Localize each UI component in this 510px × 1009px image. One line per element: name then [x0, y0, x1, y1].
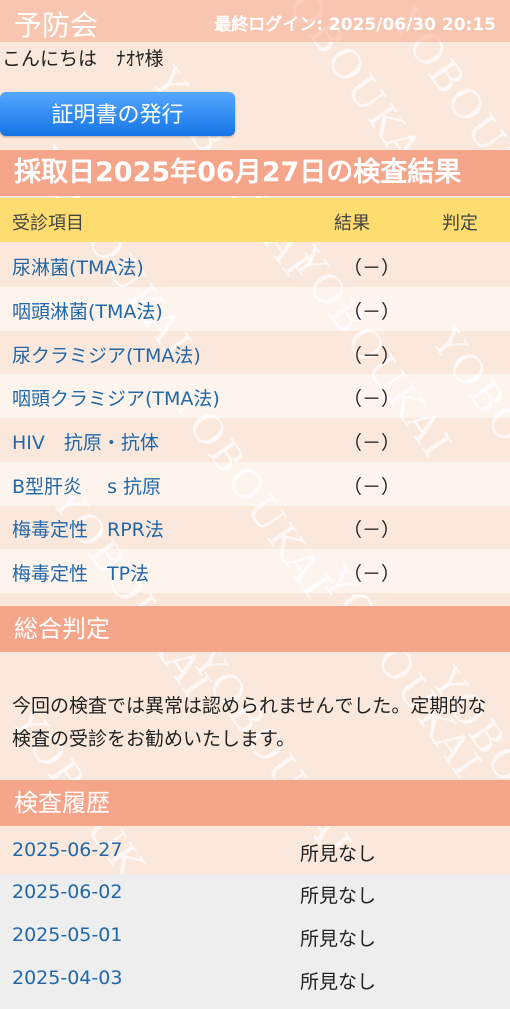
- test-result: （－）: [343, 301, 401, 323]
- history-heading: 検査履歴: [0, 780, 510, 826]
- table-row: 尿クラミジア(TMA法) （－）: [0, 331, 510, 375]
- history-date-link[interactable]: 2025-04-03: [12, 967, 122, 989]
- overall-judgment-heading: 総合判定: [0, 606, 510, 652]
- table-row: 梅毒定性 RPR法 （－）: [0, 505, 510, 549]
- test-item-link[interactable]: 梅毒定性 TP法: [12, 559, 149, 586]
- history-row: 2025-06-02 所見なし: [0, 871, 510, 915]
- issue-certificate-button[interactable]: 証明書の発行: [0, 92, 235, 136]
- greeting-text: こんにちは ﾅｵﾔ様: [2, 48, 164, 70]
- test-result: （－）: [343, 432, 401, 454]
- history-row: 2025-05-01 所見なし: [0, 914, 510, 958]
- test-result: （－）: [343, 563, 401, 585]
- history-date-link[interactable]: 2025-06-27: [12, 839, 122, 861]
- test-result: （－）: [343, 257, 401, 279]
- test-item-link[interactable]: 梅毒定性 RPR法: [12, 515, 164, 542]
- test-result: （－）: [343, 519, 401, 541]
- test-item-link[interactable]: HIV 抗原・抗体: [12, 428, 159, 455]
- table-row: 咽頭淋菌(TMA法) （－）: [0, 287, 510, 331]
- history-finding: 所見なし: [300, 971, 377, 993]
- column-judgment: 判定: [442, 213, 478, 234]
- history-date-link[interactable]: 2025-05-01: [12, 924, 122, 946]
- history-row: 2025-04-03 所見なし: [0, 957, 510, 1001]
- test-item-link[interactable]: 尿淋菌(TMA法): [12, 253, 144, 280]
- history-row: 2025-06-27 所見なし: [0, 829, 510, 873]
- column-result: 結果: [334, 213, 370, 234]
- brand-logo: 予防会: [14, 9, 99, 42]
- last-login-time: 最終ログイン: 2025/06/30 20:15: [214, 15, 496, 35]
- test-result: （－）: [343, 345, 401, 367]
- table-row: B型肝炎 s 抗原 （－）: [0, 462, 510, 506]
- test-item-link[interactable]: 咽頭クラミジア(TMA法): [12, 384, 220, 411]
- history-finding: 所見なし: [300, 885, 377, 907]
- test-result: （－）: [343, 388, 401, 410]
- test-item-link[interactable]: B型肝炎 s 抗原: [12, 472, 161, 499]
- overall-judgment-text: 今回の検査では異常は認められませんでした。定期的な検査の受診をお勧めいたします。: [12, 695, 487, 750]
- history-finding: 所見なし: [300, 843, 377, 865]
- app-header: 予防会 最終ログイン: 2025/06/30 20:15: [0, 0, 510, 42]
- results-column-header: 受診項目 結果 判定: [0, 198, 510, 242]
- history-date-link[interactable]: 2025-06-02: [12, 881, 122, 903]
- history-finding: 所見なし: [300, 928, 377, 950]
- test-item-link[interactable]: 咽頭淋菌(TMA法): [12, 297, 163, 324]
- test-item-link[interactable]: 尿クラミジア(TMA法): [12, 341, 201, 368]
- table-row: 梅毒定性 TP法 （－）: [0, 549, 510, 593]
- results-title: 採取日2025年06月27日の検査結果: [0, 150, 510, 196]
- column-item: 受診項目: [12, 213, 84, 234]
- test-result: （－）: [343, 476, 401, 498]
- table-row: 咽頭クラミジア(TMA法) （－）: [0, 374, 510, 418]
- table-row: HIV 抗原・抗体 （－）: [0, 418, 510, 462]
- table-row: 尿淋菌(TMA法) （－）: [0, 243, 510, 287]
